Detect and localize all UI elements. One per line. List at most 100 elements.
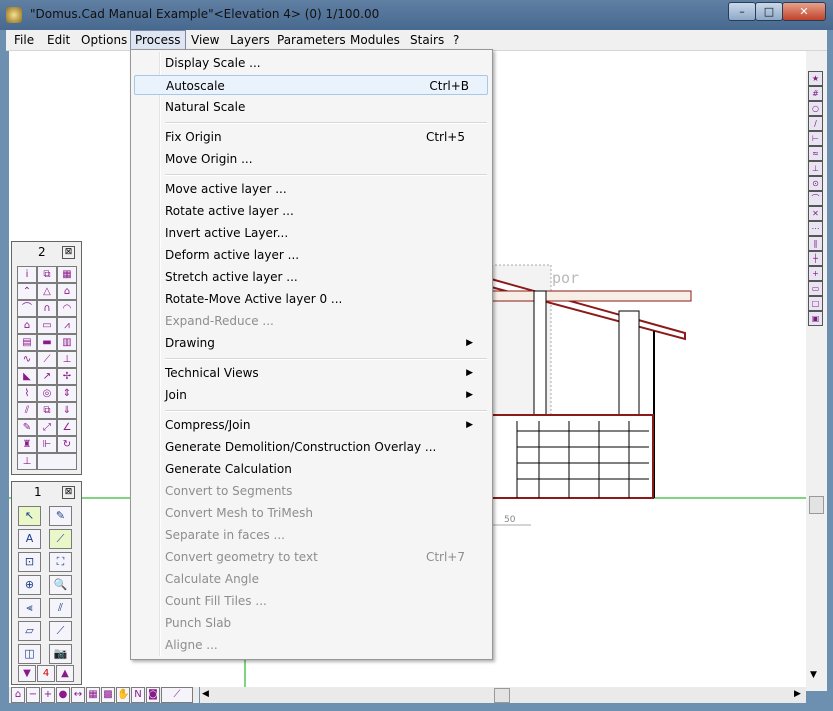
window-tool-icon[interactable]: ▭	[37, 317, 57, 334]
grid-tool-icon[interactable]: #	[808, 86, 823, 101]
menu-parameters[interactable]: Parameters	[273, 31, 350, 49]
stairs-tool-icon[interactable]: ⩘	[57, 317, 77, 334]
panel-2-header[interactable]: 2 ⊠	[12, 242, 81, 262]
plus-icon[interactable]: +	[41, 687, 55, 703]
app-icon[interactable]	[6, 7, 22, 23]
menu-item-move-active-layer[interactable]: Move active layer ...	[165, 179, 485, 199]
offset-tool-icon[interactable]: ⫽	[17, 402, 37, 419]
rotate-tool-icon[interactable]: ↻	[57, 436, 77, 453]
paint-tool-icon[interactable]: ✎	[17, 419, 37, 436]
near-snap-icon[interactable]: ⋯	[808, 221, 823, 236]
terrain-tool-icon[interactable]: ◣	[17, 368, 37, 385]
object-draw-icon[interactable]: ◫	[18, 644, 41, 664]
menu-item-drawing[interactable]: Drawing ▶	[165, 333, 485, 353]
mirror-tool-icon[interactable]: ⇕	[57, 385, 77, 402]
vertical-scroll-thumb[interactable]	[809, 496, 824, 514]
slope-icon[interactable]: ⟋	[161, 687, 193, 703]
menu-item-technical-views[interactable]: Technical Views ▶	[165, 363, 485, 383]
ortho-icon[interactable]: ┼	[808, 251, 823, 266]
scroll-left-arrow-icon[interactable]: ◀	[202, 689, 209, 699]
menu-item-move-origin[interactable]: Move Origin ...	[165, 149, 485, 169]
intersect-snap-icon[interactable]: ✕	[808, 206, 823, 221]
menu-item-autoscale[interactable]: Autoscale Ctrl+B	[134, 75, 488, 95]
extend-tool-icon[interactable]: ⊥	[17, 453, 37, 470]
dot-icon[interactable]: ●	[56, 687, 70, 703]
angle-tool-icon[interactable]: ∠	[57, 419, 77, 436]
pencil-icon[interactable]: ✎	[49, 506, 72, 526]
star-tool-icon[interactable]: ★	[808, 71, 823, 86]
move-tool-icon[interactable]: ↗	[37, 368, 57, 385]
select-arrow-icon[interactable]: ↖	[18, 506, 41, 526]
scroll-right-arrow-icon[interactable]: ▶	[794, 689, 801, 699]
diag-tool-icon[interactable]: ⟋	[37, 351, 57, 368]
menu-item-join[interactable]: Join ▶	[165, 385, 485, 405]
horizontal-scrollbar[interactable]: ◀ ▶	[200, 687, 806, 703]
zoom-in-icon[interactable]: ⊕	[18, 575, 41, 595]
line-snap-icon[interactable]: ∕	[808, 116, 823, 131]
block-icon[interactable]: ◙	[146, 687, 160, 703]
slab-tool-icon[interactable]: ▥	[57, 334, 77, 351]
circle-snap-icon[interactable]: ○	[808, 101, 823, 116]
blank-tool-icon[interactable]	[37, 453, 77, 470]
menu-item-rotate-move-layer[interactable]: Rotate-Move Active layer 0 ...	[165, 289, 485, 309]
menu-item-generate-calculation[interactable]: Generate Calculation	[165, 459, 485, 479]
wall-tool-icon[interactable]: ▤	[17, 334, 37, 351]
hand-icon[interactable]: ✋	[116, 687, 130, 703]
floor-draw-icon[interactable]: ▱	[18, 621, 41, 641]
vault-tool-icon[interactable]: ∩	[37, 300, 57, 317]
wall-draw-icon[interactable]: ⫷	[18, 598, 41, 618]
tangent-snap-icon[interactable]: ⌒	[808, 191, 823, 206]
curve-tool-icon[interactable]: ∿	[17, 351, 37, 368]
level-tool-icon[interactable]: ⊥	[57, 351, 77, 368]
split-tool-icon[interactable]: ✢	[57, 368, 77, 385]
arch-tool-icon[interactable]: ⌒	[17, 300, 37, 317]
gable-tool-icon[interactable]: △	[37, 283, 57, 300]
text-tool-icon[interactable]: A	[18, 529, 41, 549]
roof-tool-icon[interactable]: ⌃	[17, 283, 37, 300]
zoom-window-icon[interactable]: ⊡	[18, 552, 41, 572]
copy-tool-icon[interactable]: ⧉	[37, 266, 57, 283]
minus-icon[interactable]: −	[26, 687, 40, 703]
measure-tool-icon[interactable]: ⤢	[37, 419, 57, 436]
fillet-tool-icon[interactable]: ⌇	[17, 385, 37, 402]
menu-stairs[interactable]: Stairs	[406, 31, 448, 49]
dome-tool-icon[interactable]: ◠	[57, 300, 77, 317]
zoom-extents-icon[interactable]: ⛶	[49, 552, 72, 572]
array-tool-icon[interactable]: ▦	[57, 266, 77, 283]
menu-item-deform-active-layer[interactable]: Deform active layer ...	[165, 245, 485, 265]
home-icon[interactable]: ⌂	[11, 687, 25, 703]
hip-tool-icon[interactable]: ⌂	[57, 283, 77, 300]
target-tool-icon[interactable]: ◎	[37, 385, 57, 402]
menu-item-natural-scale[interactable]: Natural Scale	[165, 97, 485, 117]
door-tool-icon[interactable]: ⌂	[17, 317, 37, 334]
camera-icon[interactable]: 📷	[49, 644, 72, 664]
menu-options[interactable]: Options	[77, 31, 131, 49]
center-snap-icon[interactable]: ⊙	[808, 176, 823, 191]
menu-item-compress-join[interactable]: Compress/Join ▶	[165, 415, 485, 435]
menu-item-generate-overlay[interactable]: Generate Demolition/Construction Overlay…	[165, 437, 485, 457]
panel-2-close-icon[interactable]: ⊠	[62, 246, 75, 259]
panel-1-header[interactable]: 1 ⊠	[12, 482, 81, 502]
minimize-button[interactable]: –	[728, 2, 756, 21]
maximize-button[interactable]: □	[755, 2, 783, 21]
menu-help[interactable]: ?	[449, 31, 463, 49]
vertical-scrollbar[interactable]: ▼	[807, 300, 824, 687]
layer-tool-icon[interactable]: ⧉	[37, 402, 57, 419]
section-tool-icon[interactable]: ⊩	[37, 436, 57, 453]
hatch-draw-icon[interactable]: ⫽	[49, 598, 72, 618]
arrow-up-icon[interactable]: ▲	[56, 665, 74, 682]
menu-item-stretch-active-layer[interactable]: Stretch active layer ...	[165, 267, 485, 287]
menu-view[interactable]: View	[187, 31, 223, 49]
hatch-icon[interactable]: ▦	[86, 687, 100, 703]
menu-item-fix-origin[interactable]: Fix Origin Ctrl+5	[165, 127, 485, 147]
close-button[interactable]: ✕	[782, 2, 826, 21]
furniture-tool-icon[interactable]: ♜	[17, 436, 37, 453]
beam-tool-icon[interactable]: ▬	[37, 334, 57, 351]
end-snap-icon[interactable]: ⊢	[808, 131, 823, 146]
scroll-down-arrow-icon[interactable]: ▼	[810, 670, 817, 680]
menu-modules[interactable]: Modules	[346, 31, 404, 49]
menu-item-invert-active-layer[interactable]: Invert active Layer...	[165, 223, 485, 243]
ramp-draw-icon[interactable]: ⟋	[49, 621, 72, 641]
pattern-icon[interactable]: ▩	[101, 687, 115, 703]
width-icon[interactable]: ↔	[71, 687, 85, 703]
